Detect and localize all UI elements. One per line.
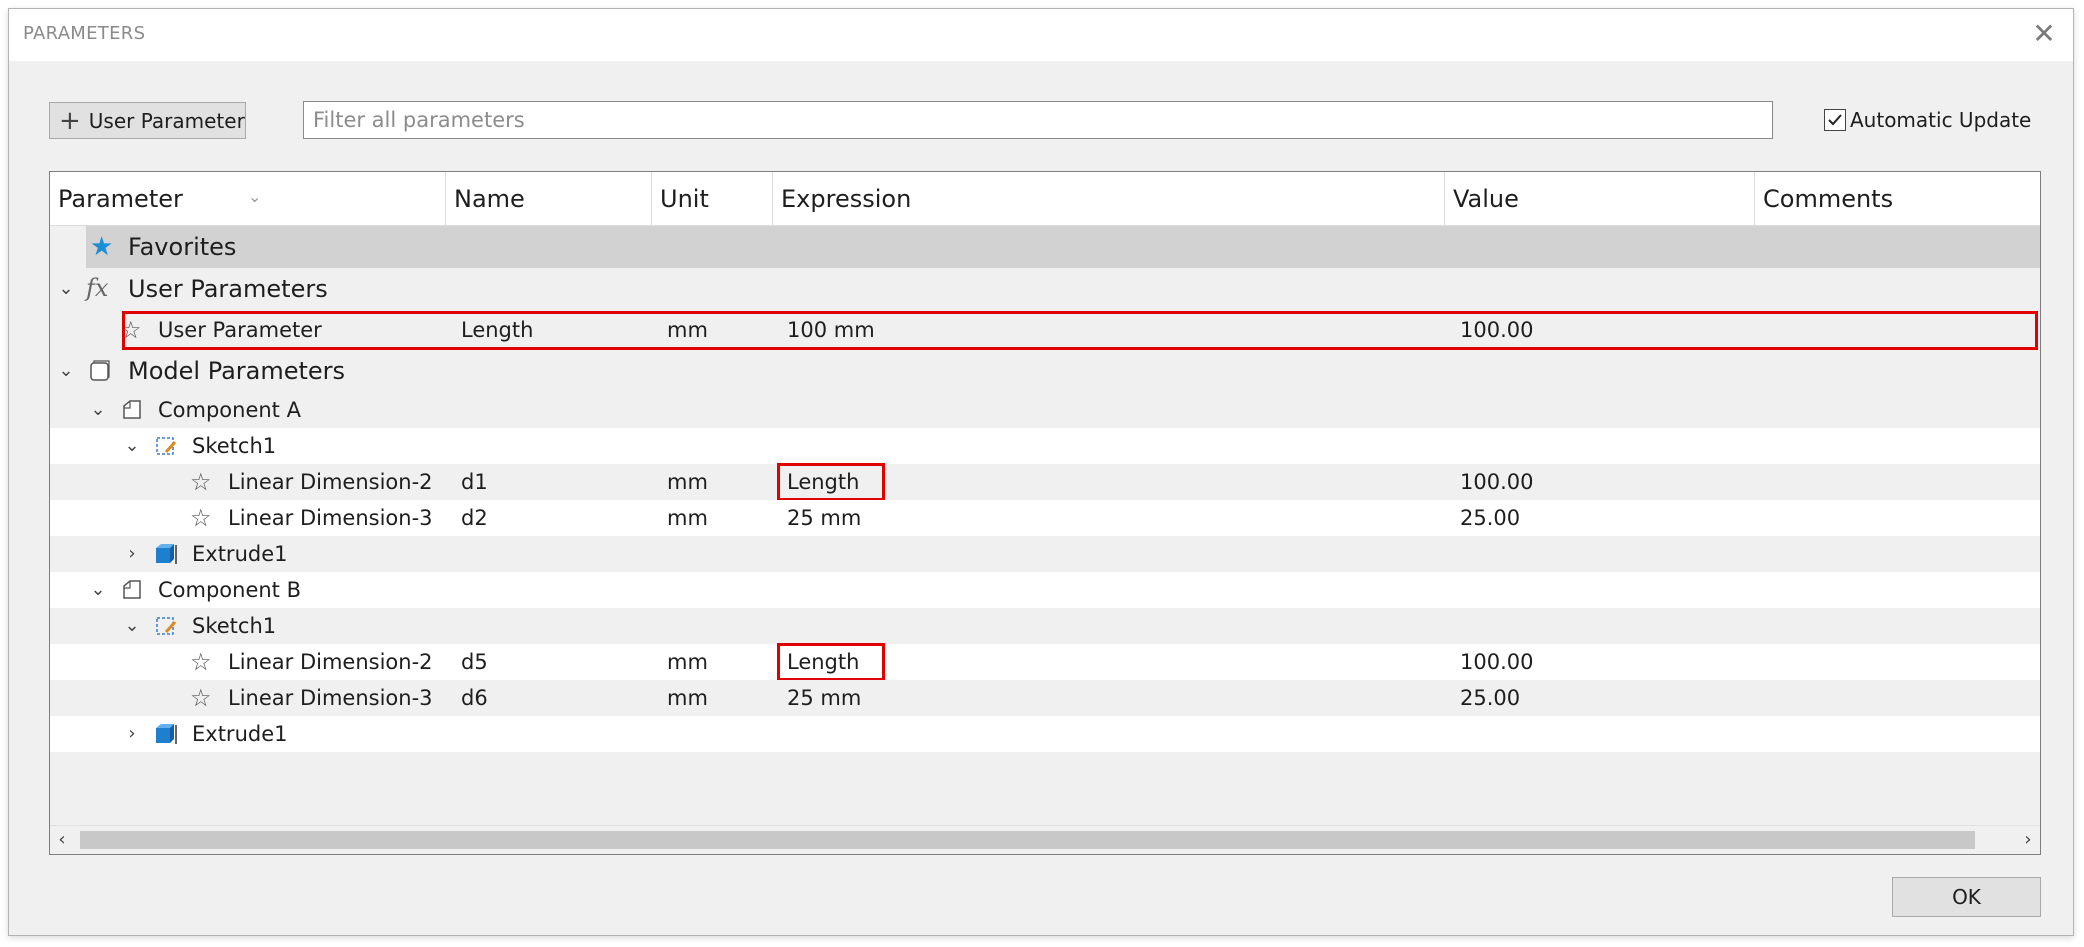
feature-row[interactable]: › Extrude1: [50, 536, 2040, 572]
expression-cell[interactable]: 25 mm: [787, 680, 861, 716]
add-user-parameter-label: User Parameter: [88, 108, 245, 133]
close-icon[interactable]: ✕: [2029, 19, 2059, 49]
table-row[interactable]: ☆ Linear Dimension-3 d6 mm 25 mm 25.00: [50, 680, 2040, 716]
name-cell: d2: [461, 506, 488, 530]
add-user-parameter-button[interactable]: + User Parameter: [49, 102, 246, 139]
sketch-icon: [154, 614, 178, 638]
feature-label: Extrude1: [192, 542, 288, 566]
parameter-cell: Linear Dimension-3: [228, 686, 433, 710]
unit-cell: mm: [667, 470, 708, 494]
star-outline-icon[interactable]: ☆: [190, 644, 212, 680]
expression-cell[interactable]: 25 mm: [787, 500, 861, 536]
expression-cell[interactable]: 100 mm: [787, 310, 875, 346]
name-cell: d6: [461, 686, 488, 710]
scroll-right-icon[interactable]: ›: [2016, 826, 2040, 854]
table-header: Parameter ⌄ Name Unit Expression Value C…: [50, 172, 2040, 226]
component-label: Component A: [158, 398, 301, 422]
name-cell: Length: [461, 318, 534, 342]
sketch-icon: [154, 434, 178, 458]
component-a-row[interactable]: ⌄ Component A: [50, 392, 2040, 428]
checkmark-icon: [1828, 114, 1842, 126]
unit-cell: mm: [667, 318, 708, 342]
component-b-row[interactable]: ⌄ Component B: [50, 572, 2040, 608]
sketch-row[interactable]: ⌄ Sketch1: [50, 428, 2040, 464]
automatic-update-checkbox[interactable]: [1824, 109, 1846, 131]
star-outline-icon[interactable]: ☆: [190, 500, 212, 536]
filter-input[interactable]: [303, 101, 1773, 139]
chevron-down-icon[interactable]: ⌄: [56, 268, 76, 310]
scroll-left-icon[interactable]: ‹: [50, 826, 74, 854]
plus-icon: +: [59, 105, 81, 136]
sketch-label: Sketch1: [192, 434, 277, 458]
value-cell: 25.00: [1460, 506, 1521, 530]
parameters-dialog: PARAMETERS ✕ + User Parameter Automatic …: [8, 8, 2074, 936]
parameters-table: Parameter ⌄ Name Unit Expression Value C…: [49, 171, 2041, 855]
title-bar: PARAMETERS ✕: [9, 9, 2073, 61]
name-cell: d1: [461, 470, 488, 494]
sketch-row[interactable]: ⌄ Sketch1: [50, 608, 2040, 644]
column-header-parameter[interactable]: Parameter ⌄: [50, 172, 446, 225]
parameter-cell: Linear Dimension-3: [228, 506, 433, 530]
column-header-unit[interactable]: Unit: [652, 172, 773, 225]
parameter-cell: Linear Dimension-2: [228, 470, 433, 494]
value-cell: 100.00: [1460, 650, 1534, 674]
model-parameters-label: Model Parameters: [128, 357, 346, 385]
model-parameters-group-row[interactable]: ⌄ Model Parameters: [50, 350, 2040, 392]
parameter-cell: Linear Dimension-2: [228, 650, 433, 674]
favorite-star-icon: ★: [90, 232, 114, 262]
star-outline-icon[interactable]: ☆: [120, 310, 142, 350]
column-header-comments[interactable]: Comments: [1755, 172, 2040, 225]
table-row[interactable]: ☆ Linear Dimension-3 d2 mm 25 mm 25.00: [50, 500, 2040, 536]
value-cell: 100.00: [1460, 318, 1534, 342]
extrude-icon: [154, 722, 178, 746]
feature-row[interactable]: › Extrude1: [50, 716, 2040, 752]
chevron-down-icon[interactable]: ⌄: [122, 608, 142, 644]
table-row[interactable]: ☆ Linear Dimension-2 d1 mm Length 100.00: [50, 464, 2040, 500]
unit-cell: mm: [667, 650, 708, 674]
value-cell: 25.00: [1460, 686, 1521, 710]
model-parameters-icon: [88, 359, 112, 383]
chevron-right-icon[interactable]: ›: [122, 716, 142, 752]
table-row[interactable]: ☆ Linear Dimension-2 d5 mm Length 100.00: [50, 644, 2040, 680]
automatic-update-label: Automatic Update: [1850, 108, 2032, 132]
expression-cell[interactable]: Length: [787, 644, 859, 680]
extrude-icon: [154, 542, 178, 566]
component-icon: [120, 398, 144, 422]
horizontal-scrollbar[interactable]: ‹ ›: [50, 825, 2040, 854]
name-cell: d5: [461, 650, 488, 674]
value-cell: 100.00: [1460, 470, 1534, 494]
star-outline-icon[interactable]: ☆: [190, 680, 212, 716]
unit-cell: mm: [667, 506, 708, 530]
component-label: Component B: [158, 578, 302, 602]
table-row[interactable]: ☆ User Parameter Length mm 100 mm 100.00: [50, 310, 2040, 350]
scrollbar-thumb[interactable]: [80, 831, 1975, 849]
column-header-parameter-label: Parameter: [58, 185, 183, 213]
feature-label: Extrude1: [192, 722, 288, 746]
column-header-value[interactable]: Value: [1445, 172, 1755, 225]
favorites-label: Favorites: [128, 233, 237, 261]
unit-cell: mm: [667, 686, 708, 710]
component-icon: [120, 578, 144, 602]
chevron-down-icon[interactable]: ⌄: [88, 392, 108, 428]
function-icon: fx: [86, 274, 109, 302]
column-header-expression[interactable]: Expression: [773, 172, 1445, 225]
user-parameters-group-row[interactable]: ⌄ fx User Parameters: [50, 268, 2040, 310]
user-parameters-label: User Parameters: [128, 275, 328, 303]
sort-caret-icon: ⌄: [248, 187, 262, 206]
expression-cell[interactable]: Length: [787, 464, 859, 500]
parameter-cell: User Parameter: [158, 318, 322, 342]
sketch-label: Sketch1: [192, 614, 277, 638]
chevron-down-icon[interactable]: ⌄: [122, 428, 142, 464]
favorites-group-row[interactable]: ★ Favorites: [86, 226, 2040, 268]
column-header-name[interactable]: Name: [446, 172, 652, 225]
star-outline-icon[interactable]: ☆: [190, 464, 212, 500]
chevron-down-icon[interactable]: ⌄: [88, 572, 108, 608]
automatic-update-toggle[interactable]: Automatic Update: [1824, 108, 2031, 132]
ok-button[interactable]: OK: [1892, 877, 2041, 917]
chevron-down-icon[interactable]: ⌄: [56, 350, 76, 392]
chevron-right-icon[interactable]: ›: [122, 536, 142, 572]
dialog-title: PARAMETERS: [23, 23, 146, 44]
